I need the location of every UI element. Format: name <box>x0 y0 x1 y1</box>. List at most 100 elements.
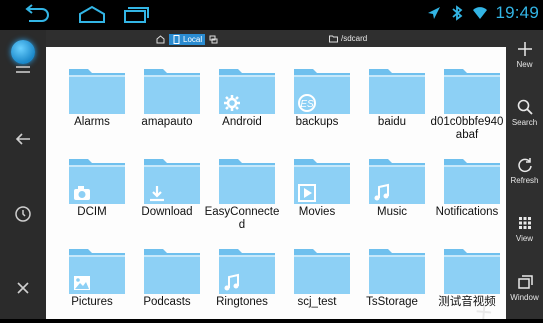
folder-item[interactable]: Android <box>204 53 280 145</box>
search-button[interactable]: Search <box>506 98 543 148</box>
new-label: New <box>516 60 533 69</box>
nav-recent-apps-button[interactable] <box>120 4 152 26</box>
folder-label: Pictures <box>71 296 113 308</box>
location-switcher[interactable]: Local <box>156 34 218 45</box>
location-icon <box>428 7 441 19</box>
drawer-handle-button[interactable] <box>0 40 46 64</box>
folder-item[interactable]: d01c0bbfe940abaf <box>429 53 505 145</box>
play-icon <box>298 184 316 202</box>
folder-label: baidu <box>377 116 407 128</box>
folder-label: Download <box>141 206 193 218</box>
folder-item[interactable]: Movies <box>279 143 355 235</box>
folder-item[interactable]: Notifications <box>429 143 505 235</box>
folder-icon <box>444 159 500 204</box>
file-browser: Local /sdcard Alarms amapauto Android ES bac… <box>46 30 506 319</box>
new-button[interactable]: New <box>506 40 543 90</box>
window-button[interactable]: Window <box>506 273 543 323</box>
menu-icon[interactable] <box>16 66 30 76</box>
folder-icon <box>444 249 500 294</box>
refresh-icon <box>517 158 532 173</box>
folder-label: Notifications <box>435 206 499 218</box>
view-label: View <box>515 234 534 243</box>
folder-item[interactable]: amapauto <box>129 53 205 145</box>
view-button[interactable]: View <box>506 214 543 264</box>
folder-icon <box>69 69 125 114</box>
folder-icon <box>144 249 200 294</box>
folder-item[interactable]: Pictures <box>54 233 130 319</box>
folder-label: Android <box>222 116 262 128</box>
recent-apps-icon <box>124 7 149 23</box>
bluetooth-icon <box>452 5 463 21</box>
home-icon <box>79 5 105 23</box>
folder-label: TsStorage <box>366 296 418 308</box>
history-button[interactable] <box>0 205 46 223</box>
folder-item[interactable]: baidu <box>354 53 430 145</box>
folder-icon <box>219 159 275 204</box>
music-note-icon <box>374 183 389 201</box>
breadcrumb[interactable]: /sdcard <box>329 34 367 43</box>
folder-label: scj_test <box>297 296 337 308</box>
close-button[interactable] <box>0 280 46 296</box>
grid-view-icon <box>518 217 531 229</box>
drawer-handle-icon <box>11 40 35 64</box>
svg-text:ES: ES <box>300 99 314 110</box>
music-note-icon <box>224 273 239 291</box>
folder-label: Ringtones <box>216 296 268 308</box>
folder-icon <box>369 249 425 294</box>
window-icon <box>517 275 533 289</box>
folder-item[interactable]: Podcasts <box>129 233 205 319</box>
close-icon <box>17 282 29 294</box>
gear-icon <box>224 95 240 111</box>
nav-back-button[interactable] <box>20 4 52 26</box>
folder-icon <box>444 69 500 114</box>
folder-label: d01c0bbfe940abaf <box>430 116 504 141</box>
folder-label: amapauto <box>141 116 193 128</box>
folder-label: 测试音视频 <box>438 296 496 308</box>
folder-item[interactable]: EasyConnected <box>204 143 280 235</box>
folder-icon <box>144 69 200 114</box>
folder-item[interactable]: 测试音视频 <box>429 233 505 319</box>
folder-item[interactable]: Ringtones <box>204 233 280 319</box>
location-local-label: Local <box>183 35 203 44</box>
home-small-icon <box>156 35 165 44</box>
folder-small-icon <box>329 35 338 43</box>
location-local-tab[interactable]: Local <box>169 34 206 45</box>
folder-label: backups <box>295 116 339 128</box>
folder-grid: Alarms amapauto Android ES backups baidu d01c0… <box>46 47 506 319</box>
camera-icon <box>74 186 90 200</box>
picture-icon <box>74 276 90 290</box>
plus-icon <box>517 42 532 56</box>
nav-home-button[interactable] <box>76 4 108 26</box>
folder-label: EasyConnected <box>204 206 280 231</box>
folder-label: Music <box>376 206 408 218</box>
clock-time: 19:49 <box>495 3 539 22</box>
folder-item[interactable]: scj_test <box>279 233 355 319</box>
download-icon <box>150 186 164 202</box>
window-label: Window <box>510 293 539 302</box>
refresh-button[interactable]: Refresh <box>506 156 543 206</box>
search-label: Search <box>511 118 538 127</box>
path-bar: Local /sdcard <box>46 30 506 47</box>
folder-item[interactable]: TsStorage <box>354 233 430 319</box>
refresh-label: Refresh <box>510 176 539 185</box>
folder-item[interactable]: DCIM <box>54 143 130 235</box>
breadcrumb-path: /sdcard <box>341 34 368 43</box>
wifi-icon <box>473 7 488 19</box>
folder-item[interactable]: Music <box>354 143 430 235</box>
status-indicators: 19:49 <box>426 3 539 23</box>
folder-icon <box>294 249 350 294</box>
folder-label: Podcasts <box>143 296 191 308</box>
arrow-left-icon <box>15 133 30 145</box>
status-bar: 19:49 <box>0 0 543 30</box>
folder-item[interactable]: Download <box>129 143 205 235</box>
network-icon[interactable] <box>209 35 218 44</box>
folder-item[interactable]: Alarms <box>54 53 130 145</box>
folder-label: Movies <box>298 206 336 218</box>
folder-item[interactable]: ES backups <box>279 53 355 145</box>
folder-label: DCIM <box>77 206 107 218</box>
folder-label: Alarms <box>74 116 110 128</box>
back-button[interactable] <box>0 130 46 148</box>
phone-icon <box>173 35 180 44</box>
clock-icon <box>15 206 31 222</box>
left-side-panel <box>0 30 46 319</box>
